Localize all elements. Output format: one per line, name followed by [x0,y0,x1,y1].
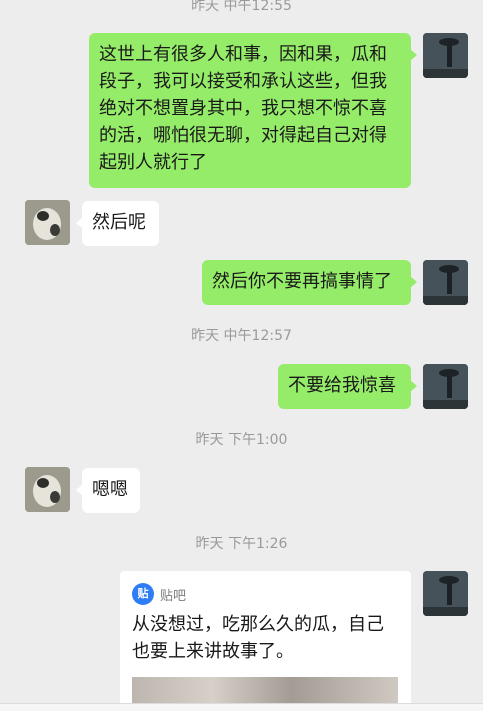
avatar-image [423,571,468,616]
card-title: 从没想过，吃那么久的瓜，自己也要上来讲故事了。 [132,614,384,662]
avatar-image [423,364,468,409]
card-source: 贴 贴吧 [132,583,186,605]
shared-link-card[interactable]: 贴 贴吧 从没想过，吃那么久的瓜，自己也要上来讲故事了。 [120,571,411,711]
avatar-self[interactable] [423,364,468,409]
avatar-image [423,33,468,78]
message-bubble-self[interactable]: 这世上有很多人和事，因和果，瓜和段子，我可以接受和承认这些，但我绝对不想置身其中… [89,33,417,188]
card-source-name: 贴吧 [160,588,187,604]
avatar-other[interactable] [25,467,70,512]
message-bubble-self[interactable]: 不要给我惊喜 [278,364,417,409]
message-bubble-self[interactable]: 然后你不要再搞事情了 [202,260,417,305]
avatar-self[interactable] [423,571,468,616]
avatar-other[interactable] [25,200,70,245]
avatar-self[interactable] [423,260,468,305]
timestamp: 昨天 下午1:26 [195,536,288,552]
message-bubble-other[interactable]: 然后呢 [76,201,159,246]
timestamp: 昨天 中午12:55 [191,0,292,14]
message-bubble-other[interactable]: 嗯嗯 [76,468,140,513]
avatar-image [25,200,70,245]
timestamp: 昨天 中午12:57 [191,328,292,344]
tieba-logo-icon: 贴 [132,583,154,605]
avatar-image [25,467,70,512]
avatar-image [423,260,468,305]
avatar-self[interactable] [423,33,468,78]
timestamp: 昨天 下午1:00 [195,432,288,448]
